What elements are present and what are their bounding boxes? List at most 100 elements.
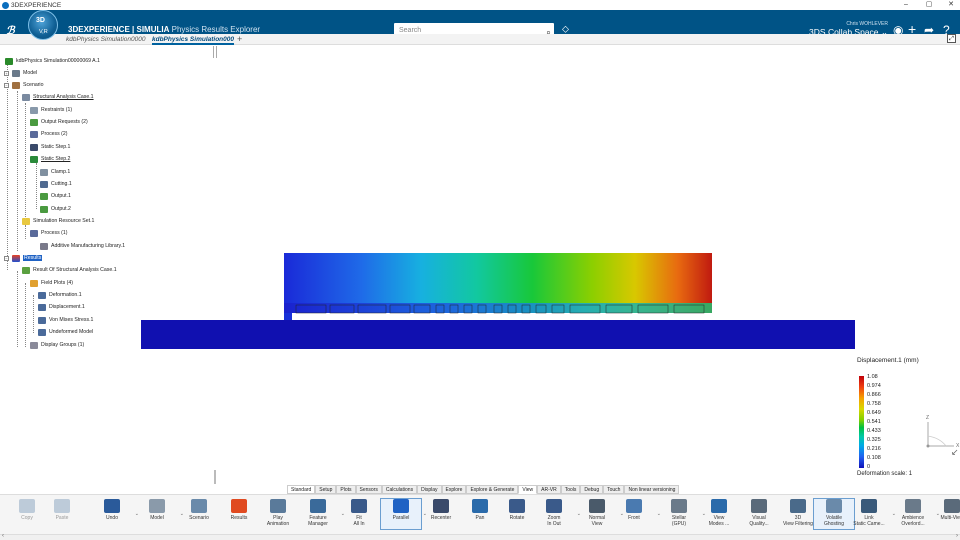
tree-node-additive-library[interactable]: Additive Manufacturing Library.1 (40, 242, 125, 250)
action-tab-explore[interactable]: Explore (441, 485, 467, 494)
play-animation-icon (270, 499, 286, 513)
minimize-button[interactable]: – (898, 0, 914, 10)
collapse-icon[interactable]: − (4, 255, 9, 261)
maximize-view-icon[interactable]: ⤢ (947, 34, 956, 43)
tree-node-scenario[interactable]: − Scenario (4, 81, 43, 89)
legend-value: 0.758 (867, 401, 881, 407)
stellar-gpu-button[interactable]: Stellar (GPU) ⌄ (658, 499, 706, 527)
action-tab-view[interactable]: View (518, 485, 538, 494)
tree-node-restraints[interactable]: Restraints (1) (30, 106, 72, 114)
brand-app-name: Physics Results Explorer (171, 25, 261, 34)
tree-node-static-step-1[interactable]: Static Step.1 (30, 143, 70, 151)
tree-node-model[interactable]: + Model (4, 69, 37, 77)
compass-widget[interactable]: 3D V,R (28, 10, 58, 40)
undo-icon (104, 499, 120, 513)
scenario-button[interactable]: Scenario (178, 499, 220, 521)
front-button[interactable]: Front ⌄ (613, 499, 661, 521)
zoom-in-out-button[interactable]: Zoom In Out ⌄ (533, 499, 581, 527)
pan-button[interactable]: Pan (459, 499, 501, 521)
action-tab-touch[interactable]: Touch (603, 485, 625, 494)
ambience-icon (905, 499, 921, 513)
tool-label: Model (150, 515, 164, 521)
feature-manager-icon (310, 499, 326, 513)
play-animation-button[interactable]: Play Animation (257, 499, 299, 527)
legend-title: Displacement.1 (mm) (857, 357, 919, 364)
collapse-icon[interactable]: − (4, 82, 9, 88)
tree-node-clamp[interactable]: Clamp.1 (40, 168, 70, 176)
tab-document-1[interactable]: kdbPhysics Simulation0000 (66, 34, 146, 45)
scenario-icon (12, 81, 20, 89)
results-icon (12, 254, 20, 262)
tool-label: Results (230, 515, 248, 521)
tree-resize-handle[interactable] (213, 46, 217, 58)
horizontal-scrollbar[interactable]: ‹ › (0, 533, 960, 540)
undo-button[interactable]: Undo ⌄ (91, 499, 139, 521)
tree-node-von-mises[interactable]: Von Mises Stress.1 (38, 316, 93, 324)
tree-node-display-groups[interactable]: Display Groups (1) (30, 341, 84, 349)
maximize-button[interactable]: ▢ (921, 0, 937, 10)
pointer-icon: ↙ (951, 447, 959, 457)
output-request-icon (30, 118, 38, 126)
tree-node-cutting[interactable]: Cutting.1 (40, 180, 72, 188)
step-icon (30, 143, 38, 151)
product-icon (5, 57, 13, 65)
tree-node-field-plots[interactable]: Field Plots (4) (30, 279, 73, 287)
model-button[interactable]: Model ⌄ (136, 499, 184, 521)
tree-node-static-step-2[interactable]: Static Step.2 (30, 155, 70, 163)
tree-node-structural-analysis-case[interactable]: Structural Analysis Case.1 (22, 93, 94, 101)
tree-node-result-of-case[interactable]: Result Of Structural Analysis Case.1 (22, 266, 117, 274)
rotate-button[interactable]: Rotate (496, 499, 538, 521)
tool-label: Visual Quality... (749, 515, 769, 527)
scroll-left-icon[interactable]: ‹ (2, 533, 4, 539)
library-icon (40, 242, 48, 250)
tree-node-output-1[interactable]: Output.1 (40, 192, 71, 200)
tree-node-displacement[interactable]: Displacement.1 (38, 303, 85, 311)
view-modes-button[interactable]: View Modes ... (698, 499, 740, 527)
action-tab-standard[interactable]: Standard (287, 485, 316, 494)
multi-view-button[interactable]: Multi-View (931, 499, 960, 521)
action-tab-ar-vr[interactable]: AR-VR (537, 485, 561, 494)
action-tab-debug[interactable]: Debug (580, 485, 604, 494)
expand-icon[interactable]: + (4, 70, 9, 76)
plot-icon (38, 291, 46, 299)
parallel-button[interactable]: Parallel ⌄ (380, 498, 427, 530)
tree-node-undeformed-model[interactable]: Undeformed Model (38, 328, 93, 336)
fit-all-in-button[interactable]: Fit All In (338, 499, 380, 527)
tree-node-deformation[interactable]: Deformation.1 (38, 291, 82, 299)
scroll-right-icon[interactable]: › (956, 533, 958, 539)
tree-root[interactable]: kdbPhysics Simulation00000069 A.1 (5, 57, 100, 65)
action-tab-tools[interactable]: Tools (560, 485, 581, 494)
model-icon (12, 69, 20, 77)
visual-quality-button[interactable]: Visual Quality... (738, 499, 780, 527)
action-tab-setup[interactable]: Setup (315, 485, 337, 494)
action-tab-display[interactable]: Display (417, 485, 442, 494)
tree-node-process[interactable]: Process (2) (30, 130, 68, 138)
color-legend: Displacement.1 (mm) 1.08 0.974 0.866 0.7… (857, 357, 957, 477)
recenter-button[interactable]: Recenter (420, 499, 462, 521)
tree-node-results[interactable]: − Results (4, 254, 43, 262)
visual-quality-icon (751, 499, 767, 513)
results-button[interactable]: Results (218, 499, 260, 521)
tab-document-2[interactable]: kdbPhysics Simulation000 (152, 34, 235, 45)
action-tab-plots[interactable]: Plots (336, 485, 356, 494)
tool-label: Rotate (509, 515, 525, 521)
pan-icon (472, 499, 488, 513)
new-tab-button[interactable]: + (237, 34, 242, 45)
action-tab-explore-generate[interactable]: Explore & Generate (466, 485, 519, 494)
action-tab-calculations[interactable]: Calculations (381, 485, 418, 494)
tree-node-process-1[interactable]: Process (1) (30, 229, 68, 237)
action-tab-non-linear-versioning[interactable]: Non linear versioning (624, 485, 680, 494)
tree-node-output-2[interactable]: Output.2 (40, 205, 71, 213)
action-tab-sensors[interactable]: Sensors (355, 485, 382, 494)
tree-node-simulation-resource-set[interactable]: Simulation Resource Set.1 (22, 217, 94, 225)
ambience-overlord-button[interactable]: Ambience Overlord... ⌄ (892, 499, 940, 527)
tree-node-output-requests[interactable]: Output Requests (2) (30, 118, 88, 126)
paste-button[interactable]: Paste (41, 499, 83, 521)
close-button[interactable]: ✕ (943, 0, 959, 10)
scroll-handle[interactable] (214, 470, 216, 484)
normal-view-button[interactable]: Normal View ⌄ (576, 499, 624, 527)
recenter-icon (433, 499, 449, 513)
link-static-came-button[interactable]: Link Static Came... ⌄ (848, 499, 896, 527)
feature-manager-button[interactable]: Feature Manager ⌄ (297, 499, 345, 527)
legend-value: 0.108 (867, 455, 881, 461)
